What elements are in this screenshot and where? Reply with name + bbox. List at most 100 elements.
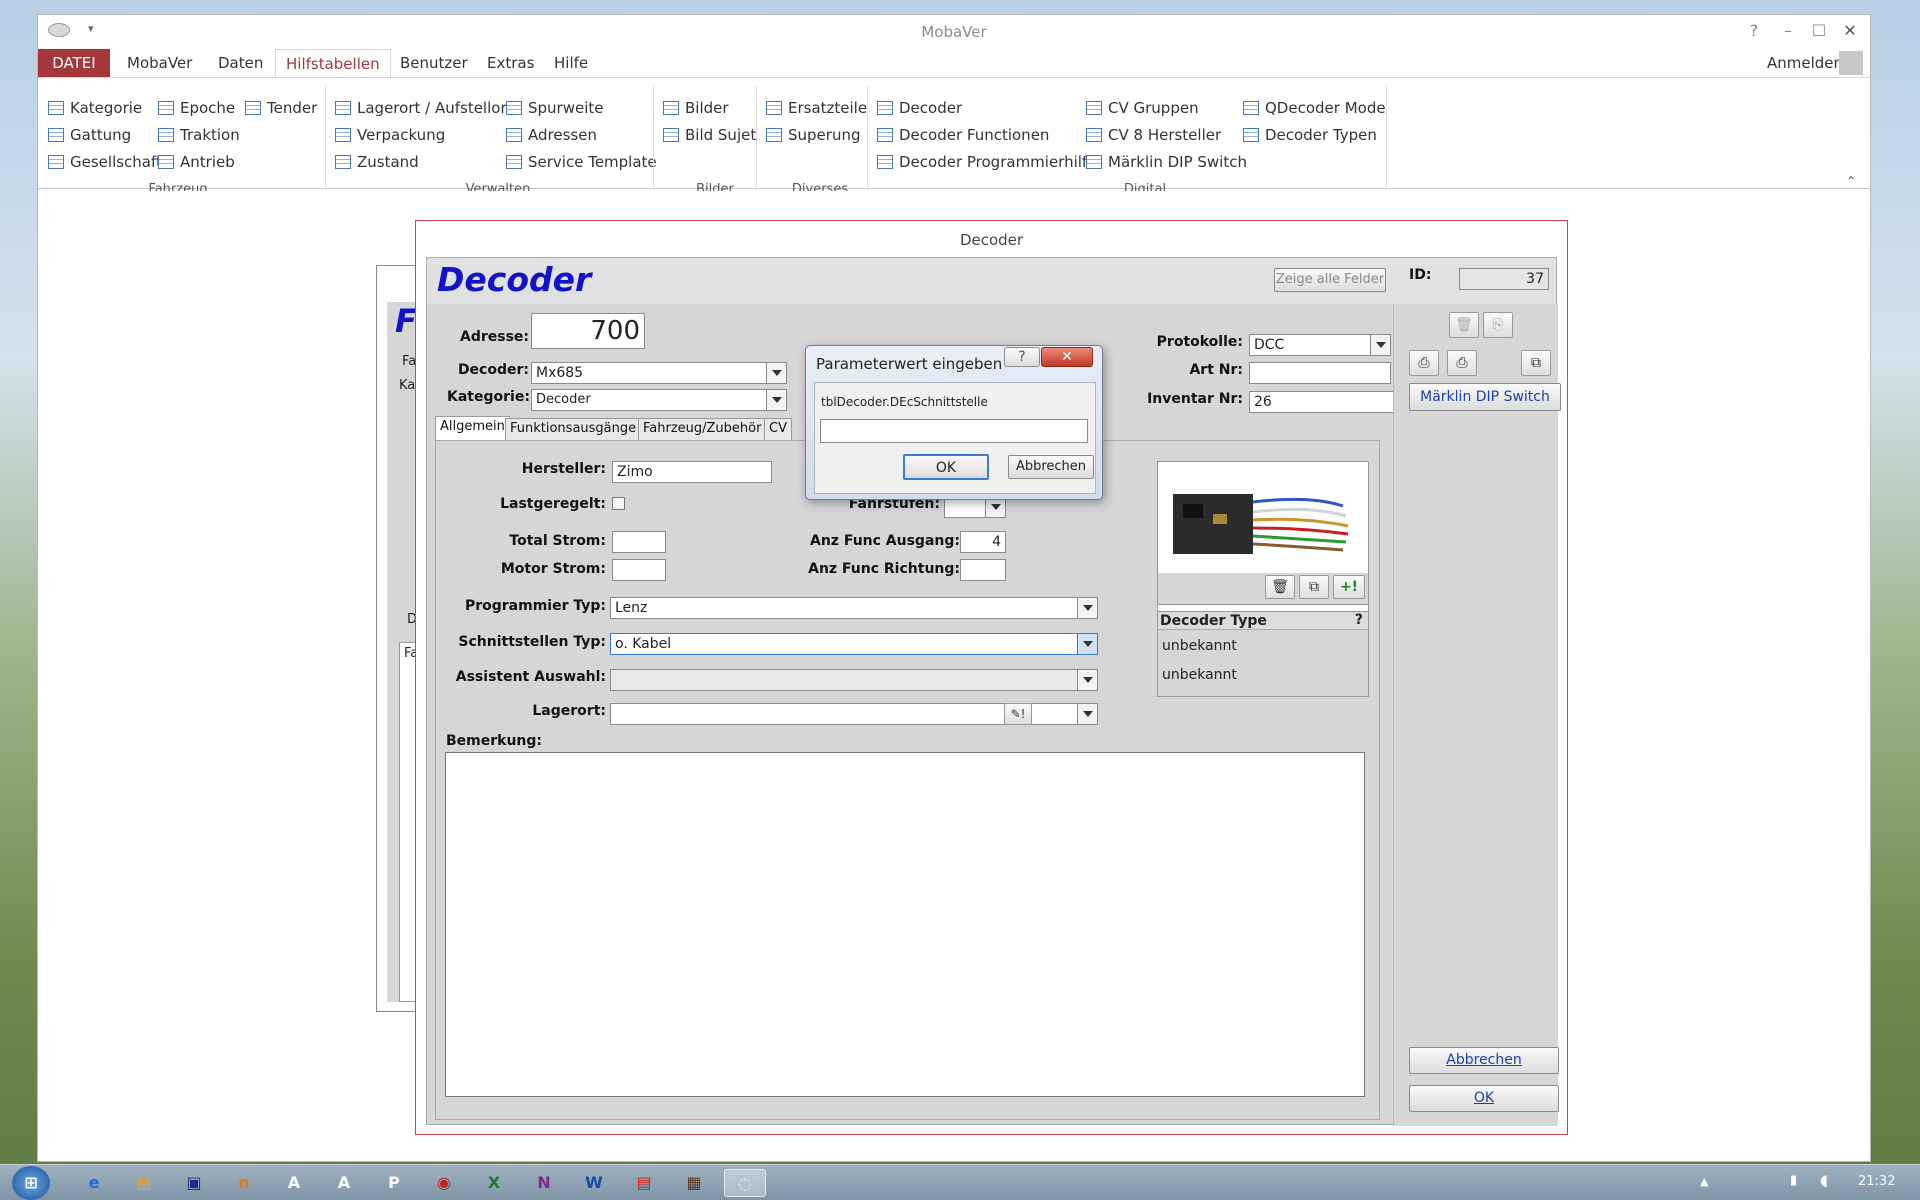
add-image-icon[interactable]: +! (1333, 575, 1365, 599)
camera-app-icon[interactable]: ◉ (426, 1169, 462, 1197)
ribbon-tender[interactable]: Tender (245, 96, 317, 120)
onenote-icon[interactable]: N (526, 1169, 562, 1197)
ribbon-service-template[interactable]: Service Template (506, 150, 657, 174)
save-app-icon[interactable]: ▣ (176, 1169, 212, 1197)
export-icon[interactable]: ⧉ (1521, 350, 1551, 376)
train-app-icon[interactable]: ▦ (676, 1169, 712, 1197)
hersteller-combobox[interactable]: Zimo (612, 461, 772, 483)
bemerkung-textarea[interactable] (445, 752, 1365, 1097)
ribbon-kategorie[interactable]: Kategorie (48, 96, 142, 120)
programmier-typ-combobox[interactable]: Lenz (610, 597, 1098, 619)
copy-record-button[interactable]: ⎘ (1483, 312, 1513, 338)
mobaver-taskbar-icon[interactable]: ◌ (724, 1169, 766, 1197)
lastgeregelt-checkbox[interactable] (612, 497, 625, 510)
chevron-down-icon[interactable] (1370, 335, 1390, 355)
ribbon-zustand[interactable]: Zustand (335, 150, 419, 174)
kategorie-combobox[interactable]: Decoder (531, 389, 787, 411)
menu-hilfe[interactable]: Hilfe (544, 49, 598, 77)
decoder-combobox[interactable]: Mx685 (531, 362, 787, 384)
pdf-app-icon[interactable]: ▤ (626, 1169, 662, 1197)
total-strom-field[interactable] (612, 531, 666, 553)
chevron-down-icon[interactable] (1077, 670, 1097, 690)
ribbon-decoder-functionen[interactable]: Decoder Functionen (877, 123, 1049, 147)
ribbon-spurweite[interactable]: Spurweite (506, 96, 604, 120)
volume-icon[interactable]: ◖ (1820, 1171, 1828, 1189)
collapse-ribbon-icon[interactable]: ⌃ (1846, 174, 1856, 188)
app-a2-icon[interactable]: A (326, 1169, 362, 1197)
ribbon-traktion[interactable]: Traktion (158, 123, 240, 147)
system-clock[interactable]: 21:32 (1858, 1174, 1895, 1189)
help-button[interactable]: ? (1741, 19, 1767, 43)
ribbon-ersatzteile[interactable]: Ersatzteile (766, 96, 867, 120)
adresse-field[interactable]: 700 (531, 313, 645, 349)
assistent-auswahl-combobox[interactable] (610, 669, 1098, 691)
ribbon-bilder[interactable]: Bilder (663, 96, 729, 120)
ribbon-maerklin-dip-switch[interactable]: Märklin DIP Switch (1086, 150, 1247, 174)
print-preview-icon[interactable]: ⎙ (1447, 350, 1477, 376)
ribbon-cv8-hersteller[interactable]: CV 8 Hersteller (1086, 123, 1221, 147)
ribbon-gesellschaft[interactable]: Gesellschaft (48, 150, 162, 174)
tab-funktionsausgaenge[interactable]: Funktionsausgänge (505, 418, 642, 440)
chevron-down-icon[interactable] (1077, 634, 1097, 654)
ok-button[interactable]: OK (1409, 1085, 1559, 1112)
decoder-type-help-icon[interactable]: ? (1355, 612, 1363, 628)
tab-allgemein[interactable]: Allgemein (435, 416, 510, 440)
ribbon-gattung[interactable]: Gattung (48, 123, 131, 147)
show-all-fields-button[interactable]: Zeige alle Felder (1274, 268, 1386, 292)
copy-image-icon[interactable]: ⧉ (1299, 575, 1329, 599)
dialog-help-button[interactable]: ? (1004, 347, 1040, 367)
dialog-cancel-button[interactable]: Abbrechen (1008, 455, 1094, 479)
app-n-icon[interactable]: n (226, 1169, 262, 1197)
ribbon-lagerort[interactable]: Lagerort / Aufstellort (335, 96, 513, 120)
internet-explorer-icon[interactable]: e (76, 1169, 112, 1197)
parameter-input[interactable] (820, 419, 1088, 443)
tray-chevron-icon[interactable]: ▲ (1700, 1175, 1708, 1188)
ribbon-antrieb[interactable]: Antrieb (158, 150, 235, 174)
chevron-down-icon[interactable] (985, 497, 1005, 517)
close-window-button[interactable]: ✕ (1837, 19, 1863, 43)
abbrechen-button[interactable]: Abbrechen (1409, 1047, 1559, 1074)
app-a1-icon[interactable]: A (276, 1169, 312, 1197)
motor-strom-field[interactable] (612, 559, 666, 581)
artnr-field[interactable] (1249, 362, 1391, 384)
edit-lagerort-icon[interactable]: ✎! (1004, 703, 1032, 725)
ribbon-epoche[interactable]: Epoche (158, 96, 235, 120)
minimize-button[interactable]: – (1775, 19, 1801, 43)
chevron-down-icon[interactable] (766, 390, 786, 410)
print-icon[interactable]: ⎙ (1409, 350, 1439, 376)
ribbon-bild-sujet[interactable]: Bild Sujet (663, 123, 756, 147)
schnittstellen-typ-combobox[interactable]: o. Kabel (610, 633, 1098, 655)
maximize-button[interactable]: ☐ (1806, 19, 1832, 43)
anz-func-richtung-field[interactable] (960, 559, 1006, 581)
word-icon[interactable]: W (576, 1169, 612, 1197)
ribbon-decoder-programmierhilfe[interactable]: Decoder Programmierhilfe (877, 150, 1096, 174)
menu-datei[interactable]: DATEI (38, 49, 110, 77)
menu-benutzer[interactable]: Benutzer (390, 49, 478, 77)
chevron-down-icon[interactable] (1077, 598, 1097, 618)
maerklin-dip-switch-button[interactable]: Märklin DIP Switch (1409, 383, 1561, 411)
ribbon-verpackung[interactable]: Verpackung (335, 123, 445, 147)
network-icon[interactable]: ▮ (1790, 1173, 1797, 1188)
protokolle-combobox[interactable]: DCC (1249, 334, 1391, 356)
file-explorer-icon[interactable]: ▤ (126, 1169, 162, 1197)
ribbon-cv-gruppen[interactable]: CV Gruppen (1086, 96, 1199, 120)
menu-mobaver[interactable]: MobaVer (117, 49, 202, 77)
anz-func-ausgang-field[interactable]: 4 (960, 531, 1006, 553)
tab-cv[interactable]: CV (764, 418, 792, 440)
app-p-icon[interactable]: P (376, 1169, 412, 1197)
chevron-down-icon[interactable] (1077, 704, 1097, 724)
tab-fahrzeug-zubehoer[interactable]: Fahrzeug/Zubehör (638, 418, 767, 440)
dialog-close-button[interactable]: ✕ (1041, 347, 1093, 367)
ribbon-adressen[interactable]: Adressen (506, 123, 597, 147)
ribbon-decoder-typen[interactable]: Decoder Typen (1243, 123, 1377, 147)
delete-record-button[interactable]: 🗑 (1449, 312, 1479, 338)
ribbon-superung[interactable]: Superung (766, 123, 860, 147)
excel-icon[interactable]: X (476, 1169, 512, 1197)
dialog-ok-button[interactable]: OK (903, 454, 989, 480)
ribbon-qdecoder-mode[interactable]: QDecoder Mode (1243, 96, 1386, 120)
menu-daten[interactable]: Daten (208, 49, 273, 77)
menu-hilfstabellen[interactable]: Hilfstabellen (275, 49, 391, 77)
menu-extras[interactable]: Extras (477, 49, 544, 77)
ribbon-decoder[interactable]: Decoder (877, 96, 962, 120)
delete-image-icon[interactable]: 🗑 (1265, 575, 1295, 599)
